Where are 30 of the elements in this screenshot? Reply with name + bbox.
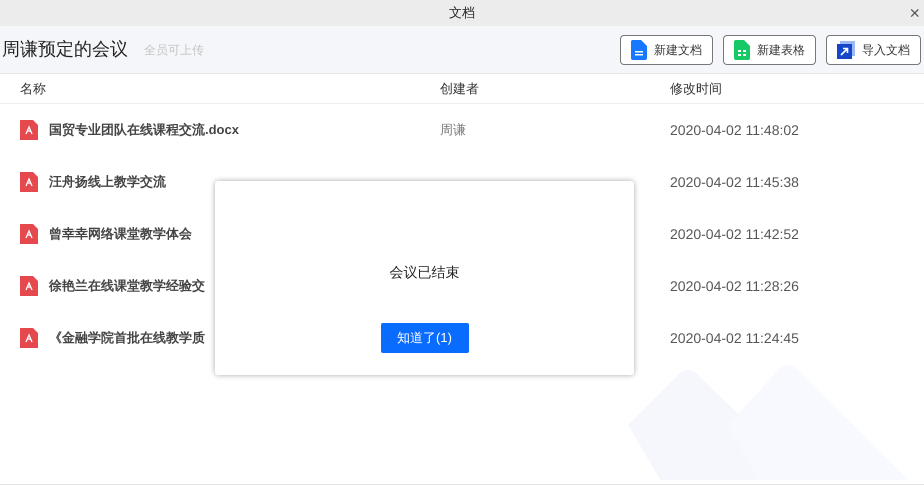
pdf-file-icon xyxy=(20,172,38,192)
page-title: 周谦预定的会议 xyxy=(2,38,128,61)
pdf-file-icon xyxy=(20,328,38,348)
modified-time: 2020-04-02 11:45:38 xyxy=(670,172,800,192)
toolbar-button[interactable]: 新建表格 xyxy=(723,34,816,64)
modified-time: 2020-04-02 11:48:02 xyxy=(670,120,800,140)
file-name[interactable]: 徐艳兰在线课堂教学经验交 xyxy=(49,276,205,296)
pdf-file-icon xyxy=(20,224,38,244)
modified-time: 2020-04-02 11:28:26 xyxy=(670,276,800,296)
file-name[interactable]: 汪舟扬线上教学交流 xyxy=(49,172,166,192)
window-title: 文档 xyxy=(449,4,475,22)
modified-time: 2020-04-02 11:24:45 xyxy=(670,328,800,348)
close-button[interactable]: × xyxy=(909,0,920,26)
import-arrow-icon xyxy=(837,40,855,58)
toolbar-button[interactable]: 新建文档 xyxy=(620,34,713,64)
file-name[interactable]: 国贸专业团队在线课程交流.docx xyxy=(49,120,239,140)
column-header: 名称 xyxy=(20,80,47,98)
column-header: 创建者 xyxy=(440,80,480,98)
toolbar-button[interactable]: 导入文档 xyxy=(826,34,921,64)
file-name[interactable]: 《金融学院首批在线教学质 xyxy=(49,328,205,348)
document-icon xyxy=(631,40,647,60)
modified-time: 2020-04-02 11:42:52 xyxy=(670,224,800,244)
pdf-file-icon xyxy=(20,276,38,296)
creator-cell: 周谦 xyxy=(440,122,466,137)
dialog-message: 会议已结束 xyxy=(390,263,460,282)
column-header: 修改时间 xyxy=(670,80,723,98)
file-name[interactable]: 曾幸幸网络课堂教学体会 xyxy=(49,224,192,244)
spreadsheet-icon xyxy=(734,40,750,60)
pdf-file-icon xyxy=(20,120,38,140)
confirm-button[interactable]: 知道了(1) xyxy=(380,323,468,353)
